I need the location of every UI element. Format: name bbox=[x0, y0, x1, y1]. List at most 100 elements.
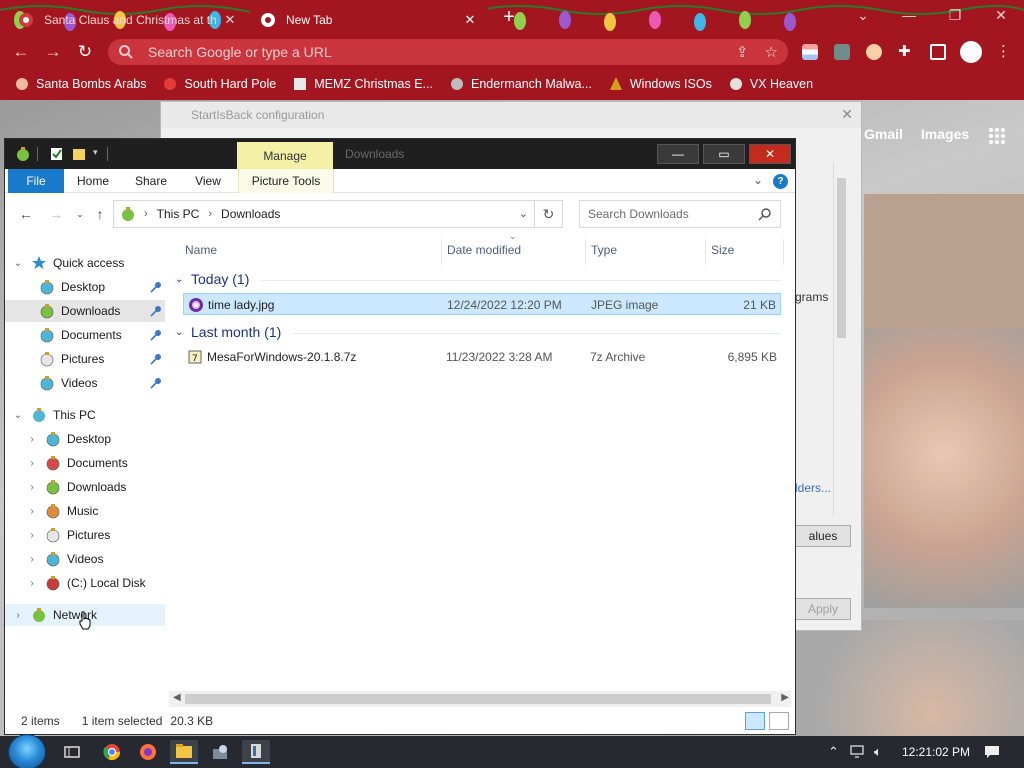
ribbon-tab-share[interactable]: Share bbox=[129, 169, 173, 193]
reload-icon[interactable]: ↻ bbox=[74, 41, 96, 63]
bookmark-windows-isos[interactable]: Windows ISOs bbox=[608, 76, 712, 92]
tab-close-icon[interactable]: ✕ bbox=[462, 12, 478, 28]
side-panel-icon[interactable] bbox=[930, 44, 946, 60]
expanded-chevron-icon[interactable]: ⌄ bbox=[11, 410, 25, 421]
extension-flag-icon[interactable] bbox=[802, 44, 818, 60]
close-button[interactable]: ✕ bbox=[978, 0, 1024, 30]
bookmark-south-hard-pole[interactable]: South Hard Pole bbox=[162, 76, 276, 92]
details-view-icon[interactable] bbox=[745, 712, 765, 730]
scrollbar-thumb[interactable] bbox=[185, 694, 771, 704]
startisback-taskbar-icon[interactable] bbox=[242, 740, 270, 764]
qat-dropdown-icon[interactable]: ▾ bbox=[93, 147, 98, 158]
nav-this-pc-item[interactable]: › Music bbox=[5, 500, 165, 522]
action-center-icon[interactable] bbox=[984, 744, 1000, 760]
firefox-taskbar-icon[interactable] bbox=[134, 740, 162, 764]
forward-icon[interactable]: → bbox=[47, 205, 65, 223]
pin-icon[interactable] bbox=[149, 328, 163, 342]
scroll-left-icon[interactable]: ◀ bbox=[173, 692, 181, 703]
nav-quick-access-item[interactable]: Videos bbox=[5, 372, 165, 394]
refresh-icon[interactable]: ↻ bbox=[535, 200, 563, 228]
column-divider[interactable] bbox=[783, 239, 784, 265]
file-row[interactable]: 7 MesaForWindows-20.1.8.7z 11/23/2022 3:… bbox=[183, 346, 781, 368]
column-divider[interactable] bbox=[705, 239, 706, 265]
nav-this-pc-item[interactable]: › Videos bbox=[5, 548, 165, 570]
nav-this-pc-item[interactable]: › Desktop bbox=[5, 428, 165, 450]
apps-grid-icon[interactable] bbox=[987, 126, 1007, 146]
bookmark-memz[interactable]: MEMZ Christmas E... bbox=[292, 76, 433, 92]
nav-this-pc-item[interactable]: › Downloads bbox=[5, 476, 165, 498]
share-icon[interactable]: ⇪ bbox=[736, 43, 749, 61]
nav-quick-access[interactable]: ⌄ Quick access bbox=[5, 252, 165, 274]
group-collapse-icon[interactable]: ⌄ bbox=[175, 274, 189, 285]
profile-avatar[interactable] bbox=[960, 41, 982, 63]
back-icon[interactable]: ← bbox=[10, 41, 32, 63]
close-button[interactable]: ✕ bbox=[749, 144, 791, 164]
show-hidden-icons-icon[interactable]: ⌃ bbox=[828, 744, 839, 760]
group-header-last-month[interactable]: ⌄ Last month (1) bbox=[175, 321, 281, 343]
tab-santa-claus[interactable]: Santa Claus and Christmas at th ✕ bbox=[8, 4, 248, 36]
collapsed-chevron-icon[interactable]: › bbox=[11, 610, 25, 621]
tab-close-icon[interactable]: ✕ bbox=[222, 12, 238, 28]
tab-search-icon[interactable]: ⌄ bbox=[840, 0, 886, 30]
ribbon-tab-file[interactable]: File bbox=[8, 169, 64, 193]
file-explorer-taskbar-icon[interactable] bbox=[170, 740, 198, 764]
nav-quick-access-item[interactable]: Documents bbox=[5, 324, 165, 346]
dialog-values-button[interactable]: alues bbox=[795, 525, 851, 547]
dialog-apply-button[interactable]: Apply bbox=[795, 598, 851, 620]
up-icon[interactable]: ↑ bbox=[91, 205, 109, 223]
volume-icon[interactable]: 🔈︎ bbox=[874, 744, 882, 760]
tab-new-tab[interactable]: New Tab ✕ bbox=[250, 4, 488, 36]
breadcrumb-downloads[interactable]: Downloads bbox=[221, 207, 280, 221]
forward-icon[interactable]: → bbox=[42, 41, 64, 63]
dialog-scrollbar[interactable] bbox=[833, 162, 849, 516]
address-bar[interactable]: › This PC › Downloads ⌄ bbox=[113, 200, 535, 228]
column-name[interactable]: Name bbox=[185, 243, 217, 257]
collapsed-chevron-icon[interactable]: › bbox=[25, 458, 39, 469]
dialog-link[interactable]: lders... bbox=[795, 481, 831, 495]
nav-this-pc[interactable]: ⌄ This PC bbox=[5, 404, 165, 426]
expanded-chevron-icon[interactable]: ⌄ bbox=[11, 258, 25, 269]
nav-network[interactable]: › Network bbox=[5, 604, 165, 630]
ribbon-tab-home[interactable]: Home bbox=[71, 169, 115, 193]
nav-this-pc-item[interactable]: › Documents bbox=[5, 452, 165, 474]
network-icon[interactable] bbox=[850, 745, 866, 759]
ribbon-tab-view[interactable]: View bbox=[187, 169, 229, 193]
ribbon-expand-icon[interactable]: ⌄ bbox=[753, 173, 763, 187]
settings-tool-taskbar-icon[interactable] bbox=[206, 740, 234, 764]
dialog-close-icon[interactable]: ✕ bbox=[841, 106, 853, 123]
collapsed-chevron-icon[interactable]: › bbox=[25, 482, 39, 493]
nav-this-pc-item[interactable]: › (C:) Local Disk bbox=[5, 572, 165, 594]
pin-icon[interactable] bbox=[149, 376, 163, 390]
minimize-button[interactable]: — bbox=[886, 0, 932, 30]
help-icon[interactable]: ? bbox=[773, 174, 788, 189]
minimize-button[interactable]: — bbox=[657, 144, 699, 164]
search-input[interactable]: Search Downloads bbox=[579, 200, 781, 228]
collapsed-chevron-icon[interactable]: › bbox=[25, 530, 39, 541]
manage-contextual-tab[interactable]: Manage bbox=[237, 142, 333, 169]
chrome-taskbar-icon[interactable] bbox=[98, 740, 126, 764]
start-button[interactable] bbox=[8, 734, 46, 768]
ribbon-tab-picture-tools[interactable]: Picture Tools bbox=[238, 169, 334, 193]
bookmark-endermanch[interactable]: Endermanch Malwa... bbox=[449, 76, 592, 92]
pin-icon[interactable] bbox=[149, 280, 163, 294]
pin-icon[interactable] bbox=[149, 304, 163, 318]
column-date-modified[interactable]: Date modified bbox=[447, 243, 521, 257]
column-type[interactable]: Type bbox=[591, 243, 617, 257]
nav-quick-access-item[interactable]: Desktop bbox=[5, 276, 165, 298]
address-dropdown-icon[interactable]: ⌄ bbox=[519, 207, 528, 220]
back-icon[interactable]: ← bbox=[17, 205, 35, 223]
images-link[interactable]: Images bbox=[921, 126, 969, 146]
nav-quick-access-item[interactable]: Pictures bbox=[5, 348, 165, 370]
bookmark-santa-bombs[interactable]: Santa Bombs Arabs bbox=[14, 76, 146, 92]
recent-locations-icon[interactable]: ⌄ bbox=[71, 205, 89, 223]
bookmark-star-icon[interactable]: ☆ bbox=[765, 43, 778, 61]
properties-icon[interactable] bbox=[49, 146, 65, 162]
clock[interactable]: 12:21:02 PM bbox=[902, 745, 970, 759]
task-view-icon[interactable] bbox=[58, 740, 86, 764]
column-divider[interactable] bbox=[441, 239, 442, 265]
extension-s-icon[interactable] bbox=[834, 44, 850, 60]
breadcrumb-this-pc[interactable]: This PC bbox=[157, 207, 200, 221]
collapsed-chevron-icon[interactable]: › bbox=[25, 578, 39, 589]
pin-icon[interactable] bbox=[149, 352, 163, 366]
group-collapse-icon[interactable]: ⌄ bbox=[175, 327, 189, 338]
